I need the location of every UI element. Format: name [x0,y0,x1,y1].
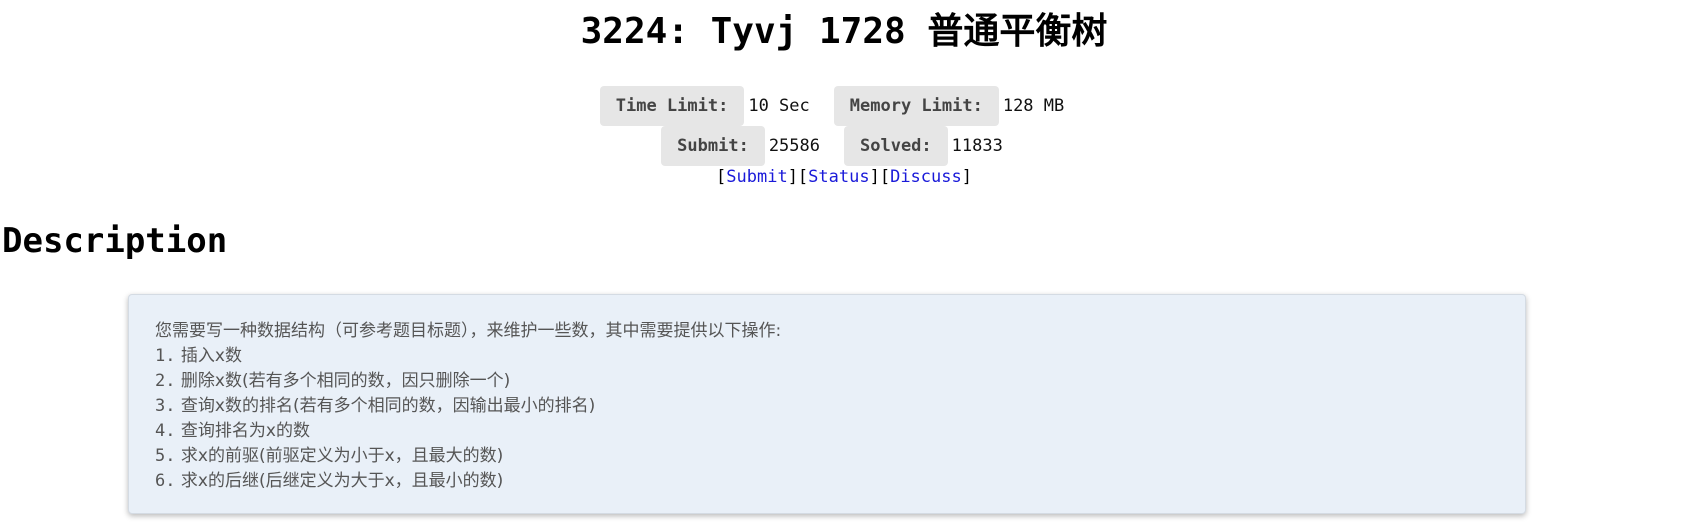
list-item-number: 3. [155,396,176,416]
limits-row: Time Limit: 10 Sec Memory Limit: 128 MB [0,86,1688,126]
list-item: 2. 删除x数(若有多个相同的数，因只删除一个) [155,369,1499,394]
status-link[interactable]: Status [808,167,869,187]
description-intro: 您需要写一种数据结构（可参考题目标题），来维护一些数，其中需要提供以下操作: [155,321,782,341]
list-item-number: 4. [155,421,176,441]
memory-limit-label: Memory Limit: [833,86,999,126]
list-item-text: 查询排名为x的数 [180,421,310,441]
memory-limit-value: 128 MB [1002,96,1065,116]
list-item-number: 6. [155,471,176,491]
time-limit-label: Time Limit: [599,86,745,126]
action-links: [Submit][Status][Discuss] [716,167,972,187]
time-limit-value: 10 Sec [748,96,810,116]
list-item-text: 查询x数的排名(若有多个相同的数，因输出最小的排名) [180,396,596,416]
discuss-link[interactable]: Discuss [890,167,962,187]
list-item: 3. 查询x数的排名(若有多个相同的数，因输出最小的排名) [155,394,1499,419]
list-item-number: 1. [155,346,176,366]
list-item-text: 插入x数 [180,346,242,366]
list-item: 6. 求x的后继(后继定义为大于x，且最小的数) [155,469,1499,494]
list-item-number: 2. [155,371,176,391]
solved-count-value: 11833 [951,136,1003,156]
list-item-number: 5. [155,446,176,466]
list-item: 4. 查询排名为x的数 [155,419,1499,444]
list-item-text: 求x的后继(后继定义为大于x，且最小的数) [180,471,504,491]
submit-count-value: 25586 [768,136,820,156]
submit-link[interactable]: Submit [726,167,787,187]
solved-count-label: Solved: [844,126,948,166]
stats-row: Submit: 25586 Solved: 11833 [0,126,1688,166]
problem-title: 3224: Tyvj 1728 普通平衡树 [580,11,1108,52]
list-item: 1. 插入x数 [155,344,1499,369]
list-item-text: 求x的前驱(前驱定义为小于x，且最大的数) [180,446,504,466]
list-item-text: 删除x数(若有多个相同的数，因只删除一个) [180,371,511,391]
description-content: 您需要写一种数据结构（可参考题目标题），来维护一些数，其中需要提供以下操作: 1… [128,294,1526,514]
list-item: 5. 求x的前驱(前驱定义为小于x，且最大的数) [155,444,1499,469]
submit-count-label: Submit: [661,126,765,166]
description-heading: Description [2,221,228,261]
